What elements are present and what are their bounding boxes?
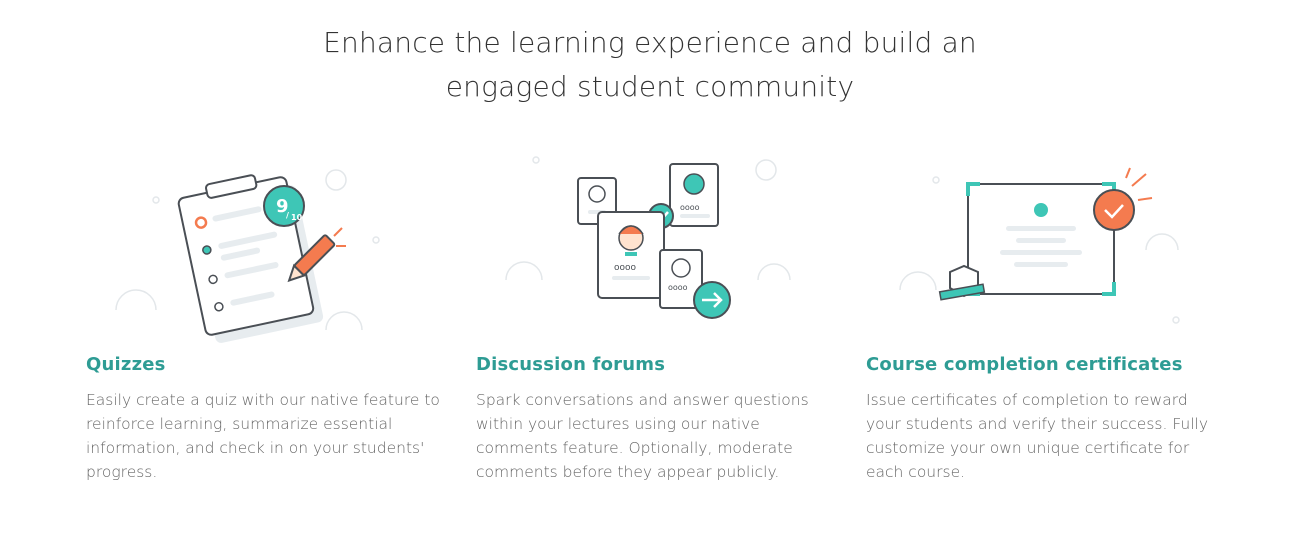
feature-title: Quizzes [86,354,166,375]
certificate-icon [896,140,1196,350]
headline-line-2: engaged student community [445,69,855,103]
svg-text:oooo: oooo [614,263,637,273]
feature-title: Discussion forums [476,354,666,375]
svg-text:oooo: oooo [680,203,700,212]
feature-description: Spark conversations and answer questions… [476,391,809,481]
feature-description: Issue certificates of completion to rewa… [866,391,1208,481]
discussion-cards-icon: oooo oooo oooo [496,140,796,350]
headline-line-1: Enhance the learning experience and buil… [323,25,977,59]
svg-text:/: / [286,211,289,220]
svg-text:oooo: oooo [668,283,688,292]
feature-description: Easily create a quiz with our native fea… [86,391,440,481]
feature-title: Course completion certificates [866,354,1183,375]
svg-text:10: 10 [291,213,303,222]
quiz-clipboard-icon: 9 / 10 [96,140,396,350]
section-headline: Enhance the learning experience and buil… [0,21,1300,109]
